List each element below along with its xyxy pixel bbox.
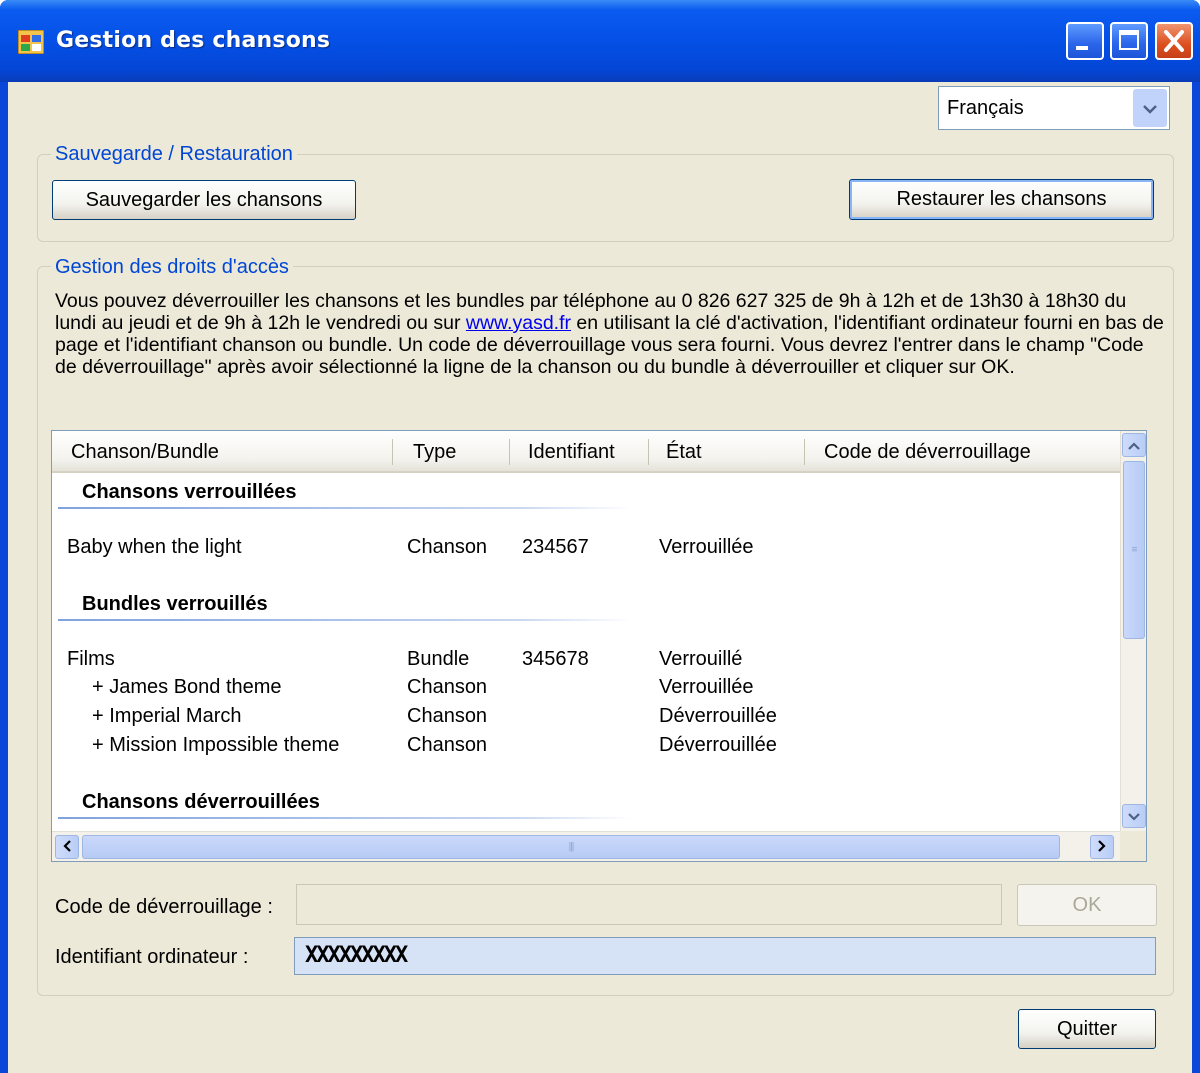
group-divider xyxy=(58,817,632,819)
list-item-name[interactable]: + James Bond theme xyxy=(92,676,282,699)
list-item-type: Chanson xyxy=(407,705,488,727)
column-header-type[interactable]: Type xyxy=(413,441,456,464)
backup-group-legend: Sauvegarde / Restauration xyxy=(51,143,297,166)
grip-icon: ||| xyxy=(568,841,575,853)
computer-id-value: XXXXXXXXX xyxy=(305,943,408,968)
quit-button[interactable]: Quitter xyxy=(1018,1009,1156,1049)
maximize-icon xyxy=(1119,30,1139,50)
list-item-state: Verrouillé xyxy=(659,648,743,670)
column-separator[interactable] xyxy=(392,439,393,465)
group-header-unlocked-songs: Chansons déverrouillées xyxy=(82,791,320,813)
column-header-state[interactable]: État xyxy=(666,441,702,464)
column-separator[interactable] xyxy=(509,439,510,465)
ok-button[interactable]: OK xyxy=(1017,884,1157,926)
unlock-code-input[interactable] xyxy=(296,884,1002,925)
list-item-state: Verrouillée xyxy=(659,676,754,698)
list-item-type: Chanson xyxy=(407,734,488,756)
column-header-identifier[interactable]: Identifiant xyxy=(528,441,615,464)
list-item-type: Chanson xyxy=(407,676,488,698)
language-select-value: Français xyxy=(947,97,1024,119)
list-item-state: Déverrouillée xyxy=(659,705,777,727)
songs-list-view[interactable]: Chanson/Bundle Type Identifiant État Cod… xyxy=(51,430,1147,862)
computer-id-field[interactable]: XXXXXXXXX xyxy=(294,937,1156,975)
list-header: Chanson/Bundle Type Identifiant État Cod… xyxy=(52,431,1120,473)
horizontal-scrollbar[interactable]: ||| xyxy=(52,831,1120,861)
close-button[interactable] xyxy=(1155,22,1193,60)
scroll-left-arrow-icon[interactable] xyxy=(55,835,79,859)
group-header-locked-songs: Chansons verrouillées xyxy=(82,481,297,503)
vertical-scrollbar[interactable]: ≡ xyxy=(1120,431,1146,831)
group-header-locked-bundles: Bundles verrouillés xyxy=(82,593,268,615)
column-separator[interactable] xyxy=(804,439,805,465)
scroll-up-arrow-icon[interactable] xyxy=(1122,433,1146,457)
window: Gestion des chansons Français Sauvegarde… xyxy=(0,0,1200,1073)
scroll-down-arrow-icon[interactable] xyxy=(1122,804,1146,828)
column-header-song-bundle[interactable]: Chanson/Bundle xyxy=(71,441,219,464)
minimize-button[interactable] xyxy=(1066,22,1104,60)
restore-songs-button[interactable]: Restaurer les chansons xyxy=(849,179,1154,220)
app-window-icon xyxy=(18,30,44,54)
list-item-name[interactable]: Baby when the light xyxy=(67,536,242,559)
chevron-down-icon[interactable] xyxy=(1133,89,1167,127)
scrollbar-corner xyxy=(1120,831,1146,861)
unlock-code-label: Code de déverrouillage : xyxy=(55,896,273,918)
unlock-instructions-text: Vous pouvez déverrouiller les chansons e… xyxy=(55,290,1165,378)
access-rights-group-legend: Gestion des droits d'accès xyxy=(51,256,293,279)
list-item-id: 234567 xyxy=(522,536,589,558)
grip-icon: ≡ xyxy=(1131,544,1138,556)
close-icon xyxy=(1164,30,1184,52)
yasd-website-link[interactable]: www.yasd.fr xyxy=(466,312,571,334)
save-songs-button[interactable]: Sauvegarder les chansons xyxy=(52,180,356,220)
maximize-button[interactable] xyxy=(1110,22,1148,60)
list-item-state: Déverrouillée xyxy=(659,734,777,756)
minimize-icon xyxy=(1076,46,1088,50)
list-item-name[interactable]: + Mission Impossible theme xyxy=(92,734,339,757)
language-select[interactable]: Français xyxy=(938,86,1170,130)
window-title: Gestion des chansons xyxy=(56,28,331,53)
title-bar[interactable]: Gestion des chansons xyxy=(0,0,1200,82)
column-header-unlock-code[interactable]: Code de déverrouillage xyxy=(824,441,1031,464)
list-item-type: Bundle xyxy=(407,648,470,670)
horizontal-scroll-thumb[interactable]: ||| xyxy=(82,835,1060,859)
scroll-right-arrow-icon[interactable] xyxy=(1090,835,1114,859)
list-item-id: 345678 xyxy=(522,648,589,670)
list-item-state: Verrouillée xyxy=(659,536,754,558)
computer-id-label: Identifiant ordinateur : xyxy=(55,946,249,968)
group-divider xyxy=(58,507,632,509)
list-item-name[interactable]: Films xyxy=(67,648,115,671)
column-separator[interactable] xyxy=(648,439,649,465)
vertical-scroll-thumb[interactable]: ≡ xyxy=(1123,461,1145,639)
list-item-name[interactable]: + Imperial March xyxy=(92,705,242,728)
list-item-type: Chanson xyxy=(407,536,488,558)
group-divider xyxy=(58,619,632,621)
